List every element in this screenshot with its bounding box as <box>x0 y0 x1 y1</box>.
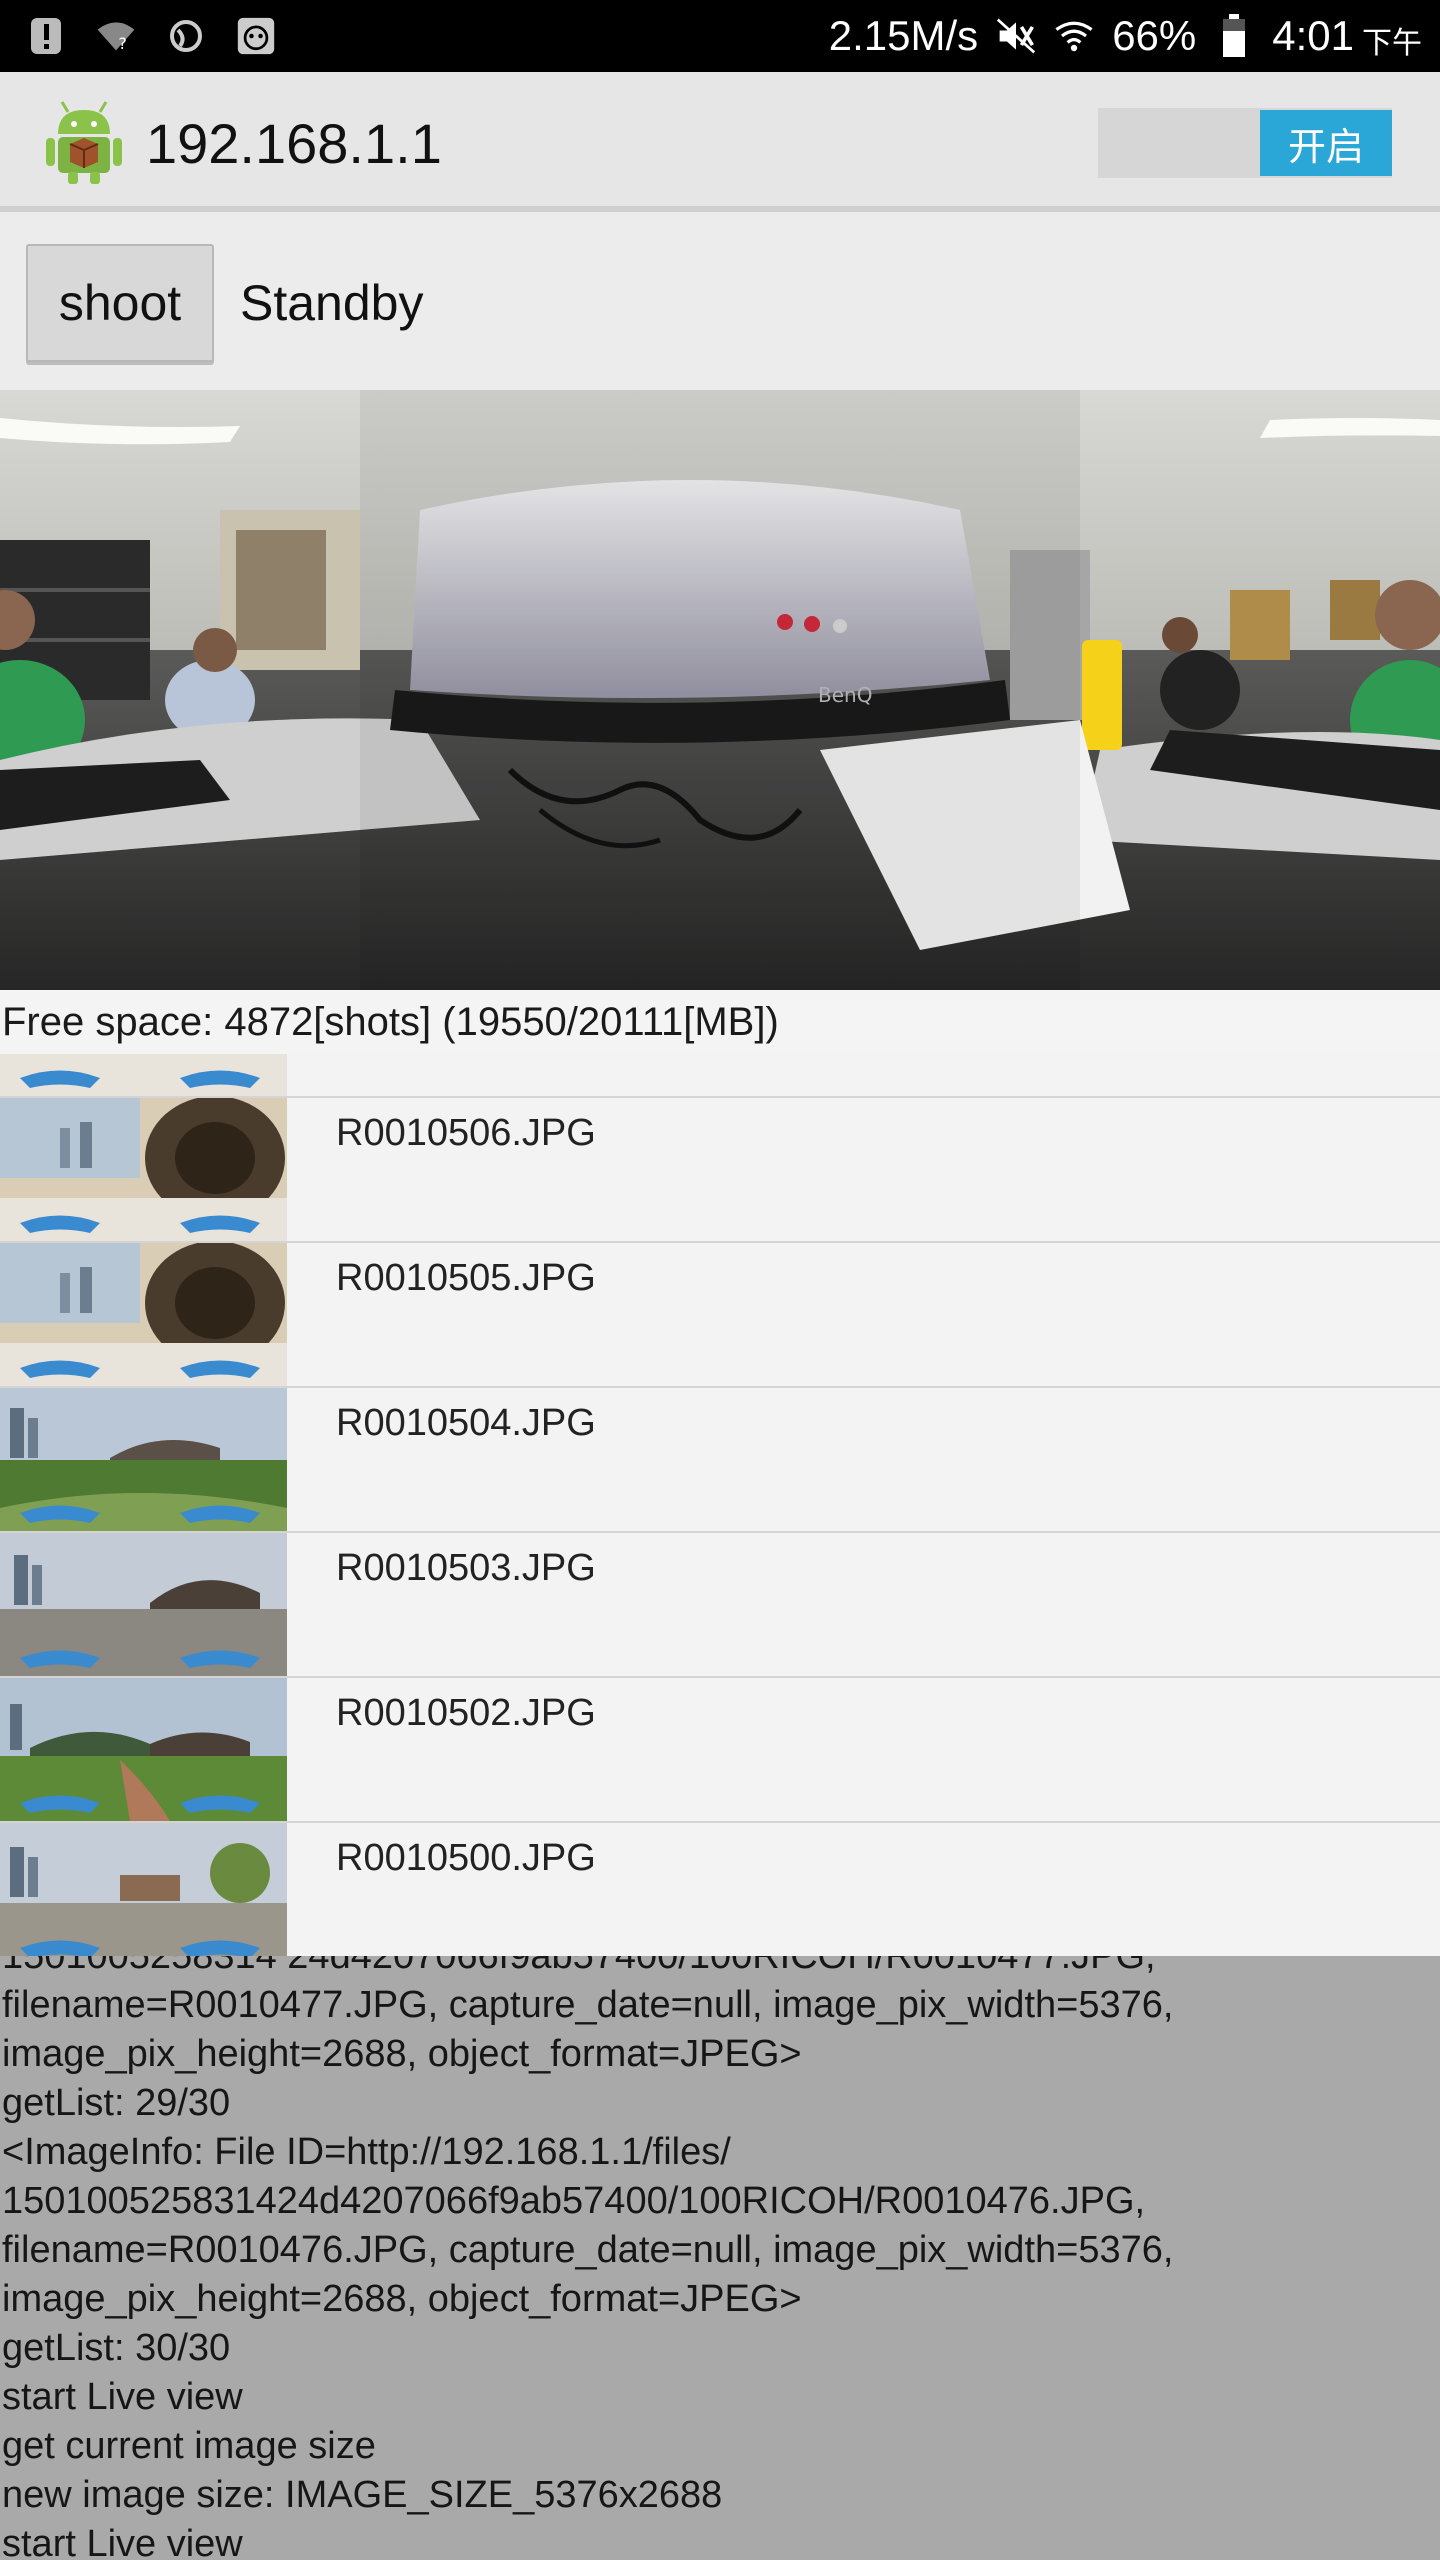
file-name: R0010500.JPG <box>336 1837 596 1879</box>
log-line: image_pix_height=2688, object_format=JPE… <box>2 2278 802 2320</box>
wifi-question-icon: ? <box>96 14 136 58</box>
log-line: start Live view <box>2 2523 243 2560</box>
alert-icon <box>26 14 66 58</box>
log-line: filename=R0010476.JPG, capture_date=null… <box>2 2229 1174 2271</box>
log-line: image_pix_height=2688, object_format=JPE… <box>2 2033 802 2075</box>
shoot-button[interactable]: shoot <box>26 244 214 362</box>
thumbnail-image <box>0 1823 287 1956</box>
log-line: 150100525831424d4207066f9ab57400/100RICO… <box>2 2180 1146 2222</box>
live-view-image: BenQ <box>0 390 1440 990</box>
log-output: 1501005258314 24d4207066f9ab57400/100RIC… <box>0 1956 1440 2560</box>
log-line: new image size: IMAGE_SIZE_5376x2688 <box>2 2474 723 2516</box>
action-bar: 192.168.1.1 开启 <box>0 72 1440 212</box>
log-line: get current image size <box>2 2425 376 2467</box>
thumbnail-image <box>0 1533 287 1676</box>
connection-toggle[interactable]: 开启 <box>1098 108 1392 178</box>
file-name: R0010506.JPG <box>336 1112 596 1154</box>
file-name: R0010502.JPG <box>336 1692 596 1734</box>
log-line: getList: 29/30 <box>2 2082 231 2124</box>
notification-icons: ? <box>26 12 276 60</box>
clock-ampm: 下午 <box>1362 27 1422 60</box>
list-item[interactable]: R0010502.JPG <box>0 1678 1440 1823</box>
list-item[interactable]: R0010505.JPG <box>0 1243 1440 1388</box>
toggle-knob[interactable]: 开启 <box>1260 110 1392 176</box>
status-bar: ? 2.15M/s 66% 4:01 下午 <box>0 0 1440 72</box>
list-item-partial[interactable] <box>0 1054 1440 1098</box>
svg-text:?: ? <box>118 34 127 53</box>
log-line: <ImageInfo: File ID=http://192.168.1.1/f… <box>2 2131 731 2173</box>
file-name: R0010505.JPG <box>336 1257 596 1299</box>
log-line: 1501005258314 24d4207066f9ab57400/100RIC… <box>2 1956 1156 1977</box>
log-line: start Live view <box>2 2376 243 2418</box>
battery-percent: 66% <box>1112 12 1197 59</box>
thumbnail-image <box>0 1388 287 1531</box>
mute-icon <box>996 14 1036 58</box>
clock-time: 4:01 <box>1272 12 1354 59</box>
system-status: 2.15M/s 66% 4:01 下午 <box>829 0 1422 72</box>
robot-icon <box>236 14 276 58</box>
file-name: R0010504.JPG <box>336 1402 596 1444</box>
camera-status: Standby <box>240 275 424 331</box>
free-space-text: Free space: 4872[shots] (19550/20111[MB]… <box>0 990 1440 1054</box>
file-name: R0010503.JPG <box>336 1547 596 1589</box>
app-title: 192.168.1.1 <box>146 112 442 175</box>
network-speed: 2.15M/s <box>828 12 979 59</box>
thumbnail-image <box>0 1678 287 1821</box>
wifi-icon <box>1054 14 1094 58</box>
battery-icon <box>1214 14 1254 58</box>
log-line: filename=R0010477.JPG, capture_date=null… <box>2 1984 1174 2026</box>
globe-icon <box>166 14 206 58</box>
list-item[interactable]: R0010504.JPG <box>0 1388 1440 1533</box>
list-item[interactable]: R0010500.JPG <box>0 1823 1440 1956</box>
android-app-icon <box>44 100 124 184</box>
file-list[interactable]: R0010506.JPG R0010505.JPG R0010504.JPG R… <box>0 1054 1440 1956</box>
list-item[interactable]: R0010506.JPG <box>0 1098 1440 1243</box>
shoot-controls: shoot Standby <box>0 218 1440 390</box>
list-item[interactable]: R0010503.JPG <box>0 1533 1440 1678</box>
thumbnail-image <box>0 1054 287 1096</box>
thumbnail-image <box>0 1098 287 1241</box>
thumbnail-image <box>0 1243 287 1386</box>
log-line: getList: 30/30 <box>2 2327 231 2369</box>
